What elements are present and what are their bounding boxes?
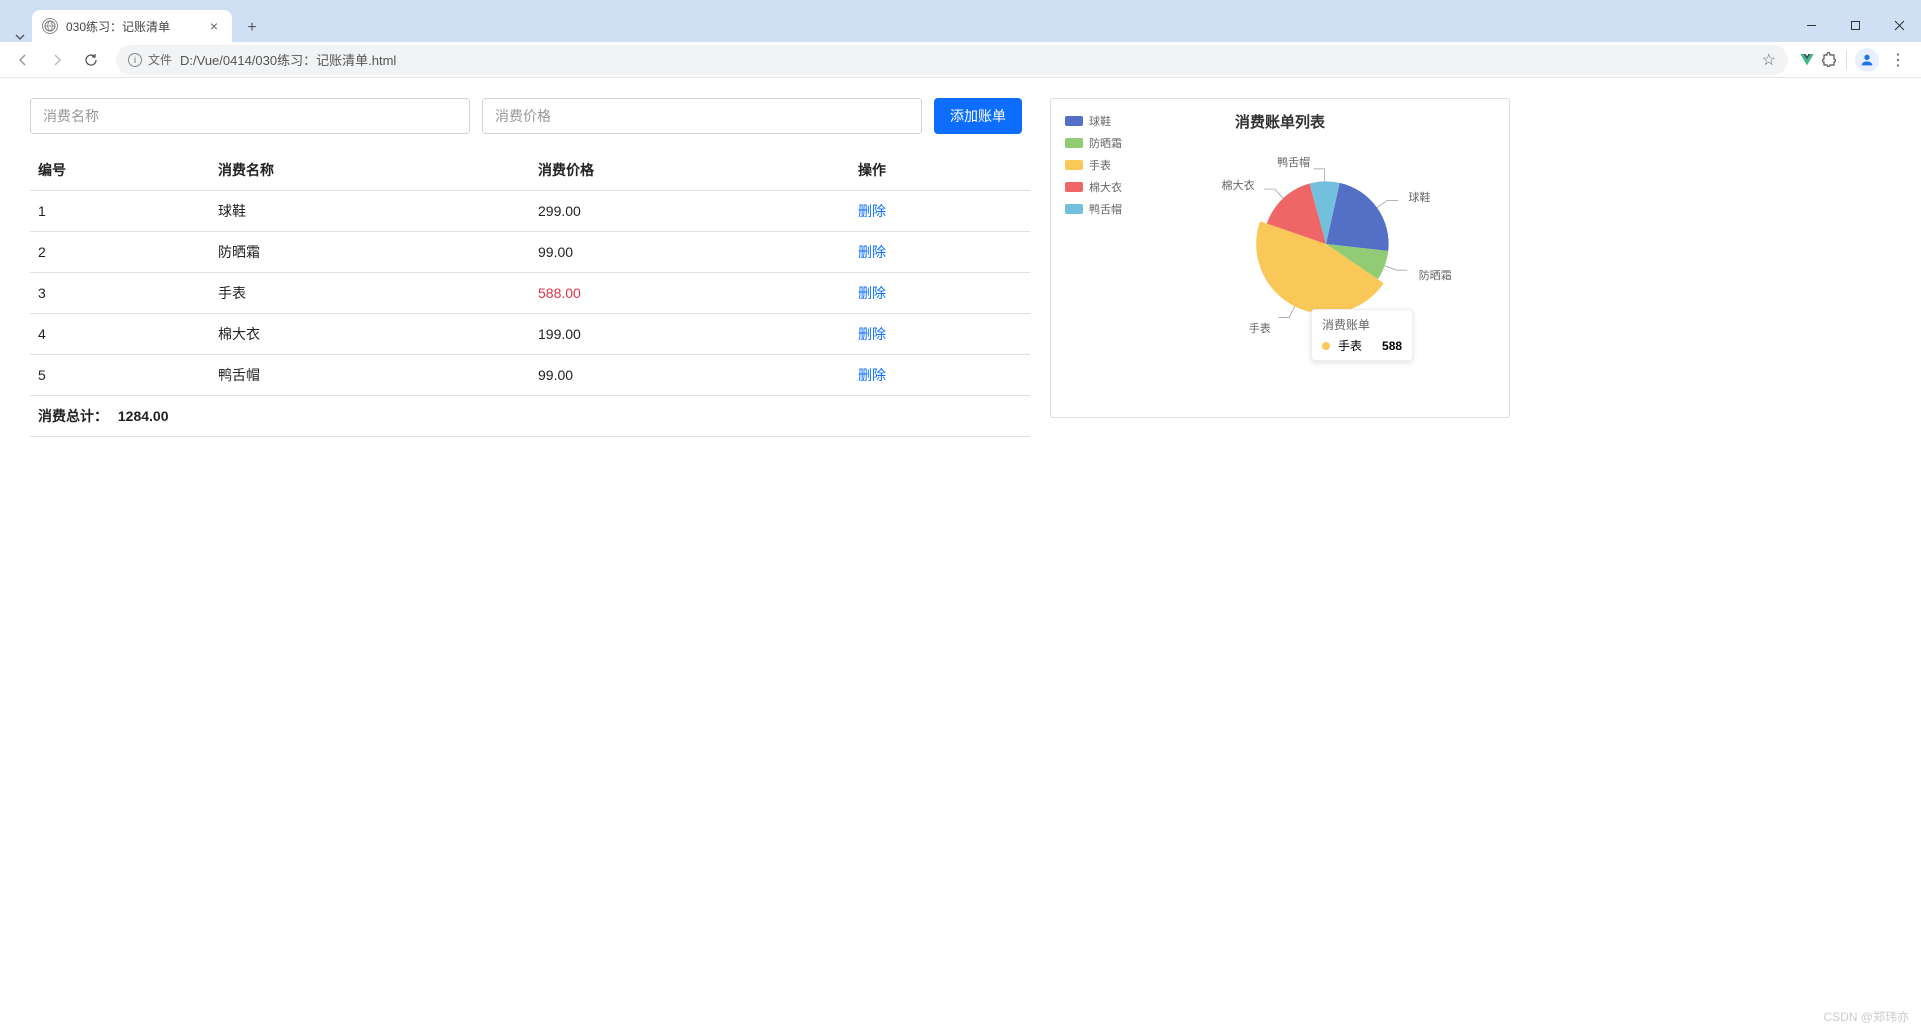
tab-close-icon[interactable]: × xyxy=(206,18,222,34)
col-price: 消费价格 xyxy=(530,150,850,191)
delete-link[interactable]: 删除 xyxy=(858,285,886,301)
window-titlebar[interactable] xyxy=(0,0,1921,8)
tooltip-dot-icon xyxy=(1322,342,1330,350)
legend-label: 防晒霜 xyxy=(1089,135,1122,151)
legend-swatch-icon xyxy=(1065,116,1083,126)
chart-panel: 消费账单列表 球鞋防晒霜手表棉大衣鸭舌帽 球鞋防晒霜手表棉大衣鸭舌帽 消费账单 … xyxy=(1050,98,1510,418)
col-name: 消费名称 xyxy=(210,150,530,191)
chart-tooltip: 消费账单 手表 588 xyxy=(1311,309,1413,361)
address-row: i 文件 D:/Vue/0414/030练习：记账清单.html ☆ ⋮ xyxy=(0,42,1921,78)
address-bar[interactable]: i 文件 D:/Vue/0414/030练习：记账清单.html ☆ xyxy=(116,45,1788,75)
site-info-icon[interactable]: i 文件 xyxy=(128,51,172,68)
expense-name-input[interactable] xyxy=(30,98,470,134)
browser-menu-icon[interactable]: ⋮ xyxy=(1883,50,1913,70)
cell-price: 299.00 xyxy=(530,191,850,232)
cell-price: 199.00 xyxy=(530,314,850,355)
legend-item[interactable]: 防晒霜 xyxy=(1065,135,1122,151)
new-tab-button[interactable]: + xyxy=(238,14,266,42)
reload-button[interactable] xyxy=(76,45,106,75)
cell-id: 1 xyxy=(30,191,210,232)
chart-title: 消费账单列表 xyxy=(1065,111,1495,132)
total-row: 消费总计： 1284.00 xyxy=(30,396,1030,437)
delete-link[interactable]: 删除 xyxy=(858,203,886,219)
pie-chart[interactable] xyxy=(1241,159,1411,329)
cell-price: 99.00 xyxy=(530,355,850,396)
url-text: D:/Vue/0414/030练习：记账清单.html xyxy=(180,50,396,69)
watermark: CSDN @郑玮亦 xyxy=(1823,1008,1909,1025)
cell-name: 棉大衣 xyxy=(210,314,530,355)
nav-forward-button[interactable] xyxy=(42,45,72,75)
chart-legend: 球鞋防晒霜手表棉大衣鸭舌帽 xyxy=(1065,113,1122,217)
pie-slice-label: 手表 xyxy=(1249,320,1271,336)
cell-id: 2 xyxy=(30,232,210,273)
delete-link[interactable]: 删除 xyxy=(858,367,886,383)
cell-price: 99.00 xyxy=(530,232,850,273)
tooltip-series-title: 消费账单 xyxy=(1322,316,1402,333)
total-value: 1284.00 xyxy=(118,408,169,424)
globe-icon xyxy=(42,18,58,34)
pie-slice-label: 防晒霜 xyxy=(1419,267,1452,283)
pie-slice-label: 鸭舌帽 xyxy=(1277,154,1310,170)
cell-id: 4 xyxy=(30,314,210,355)
legend-swatch-icon xyxy=(1065,182,1083,192)
table-header-row: 编号 消费名称 消费价格 操作 xyxy=(30,150,1030,191)
url-scheme-label: 文件 xyxy=(148,51,172,68)
window-close-button[interactable] xyxy=(1877,8,1921,42)
legend-item[interactable]: 球鞋 xyxy=(1065,113,1122,129)
add-bill-form: 添加账单 xyxy=(30,98,1030,134)
delete-link[interactable]: 删除 xyxy=(858,326,886,342)
tooltip-name: 手表 xyxy=(1338,337,1362,354)
legend-item[interactable]: 棉大衣 xyxy=(1065,179,1122,195)
legend-label: 球鞋 xyxy=(1089,113,1111,129)
tab-search-dropdown[interactable] xyxy=(8,32,32,42)
pie-slice-label: 棉大衣 xyxy=(1222,177,1255,193)
delete-link[interactable]: 删除 xyxy=(858,244,886,260)
cell-id: 5 xyxy=(30,355,210,396)
window-controls xyxy=(1789,8,1921,42)
table-row: 4棉大衣199.00 删除 xyxy=(30,314,1030,355)
page-content: 添加账单 编号 消费名称 消费价格 操作 1球鞋299.00删除2防晒霜99.0… xyxy=(0,78,1921,1033)
cell-name: 球鞋 xyxy=(210,191,530,232)
extensions-icon[interactable] xyxy=(1820,51,1838,69)
cell-id: 3 xyxy=(30,273,210,314)
pie-slice-label: 球鞋 xyxy=(1408,189,1430,205)
nav-back-button[interactable] xyxy=(8,45,38,75)
separator xyxy=(1846,50,1847,70)
cell-name: 手表 xyxy=(210,273,530,314)
expenses-table: 编号 消费名称 消费价格 操作 1球鞋299.00删除2防晒霜99.00删除3手… xyxy=(30,150,1030,437)
add-bill-button[interactable]: 添加账单 xyxy=(934,98,1022,134)
window-minimize-button[interactable] xyxy=(1789,8,1833,42)
cell-price: 588.00 xyxy=(530,273,850,314)
tab-title: 030练习：记账清单 xyxy=(66,18,198,35)
expense-price-input[interactable] xyxy=(482,98,922,134)
table-row: 5鸭舌帽99.00 删除 xyxy=(30,355,1030,396)
legend-item[interactable]: 手表 xyxy=(1065,157,1122,173)
vue-devtools-icon[interactable] xyxy=(1798,51,1816,69)
table-row: 2防晒霜99.00 删除 xyxy=(30,232,1030,273)
window-maximize-button[interactable] xyxy=(1833,8,1877,42)
table-row: 1球鞋299.00 删除 xyxy=(30,191,1030,232)
legend-swatch-icon xyxy=(1065,204,1083,214)
browser-chrome: 030练习：记账清单 × + i 文件 D:/Vue/0414/030练习：记账… xyxy=(0,0,1921,78)
legend-item[interactable]: 鸭舌帽 xyxy=(1065,201,1122,217)
profile-avatar-icon[interactable] xyxy=(1855,48,1879,72)
cell-name: 鸭舌帽 xyxy=(210,355,530,396)
cell-name: 防晒霜 xyxy=(210,232,530,273)
browser-tab[interactable]: 030练习：记账清单 × xyxy=(32,10,232,42)
table-row: 3手表588.00 删除 xyxy=(30,273,1030,314)
legend-label: 棉大衣 xyxy=(1089,179,1122,195)
legend-swatch-icon xyxy=(1065,160,1083,170)
col-id: 编号 xyxy=(30,150,210,191)
col-action: 操作 xyxy=(850,150,1030,191)
tabs-row: 030练习：记账清单 × + xyxy=(0,8,1921,42)
total-label: 消费总计： xyxy=(38,408,108,424)
left-column: 添加账单 编号 消费名称 消费价格 操作 1球鞋299.00删除2防晒霜99.0… xyxy=(30,98,1030,1013)
legend-label: 手表 xyxy=(1089,157,1111,173)
legend-label: 鸭舌帽 xyxy=(1089,201,1122,217)
tooltip-value: 588 xyxy=(1382,339,1402,353)
legend-swatch-icon xyxy=(1065,138,1083,148)
bookmark-star-icon[interactable]: ☆ xyxy=(1762,50,1776,70)
